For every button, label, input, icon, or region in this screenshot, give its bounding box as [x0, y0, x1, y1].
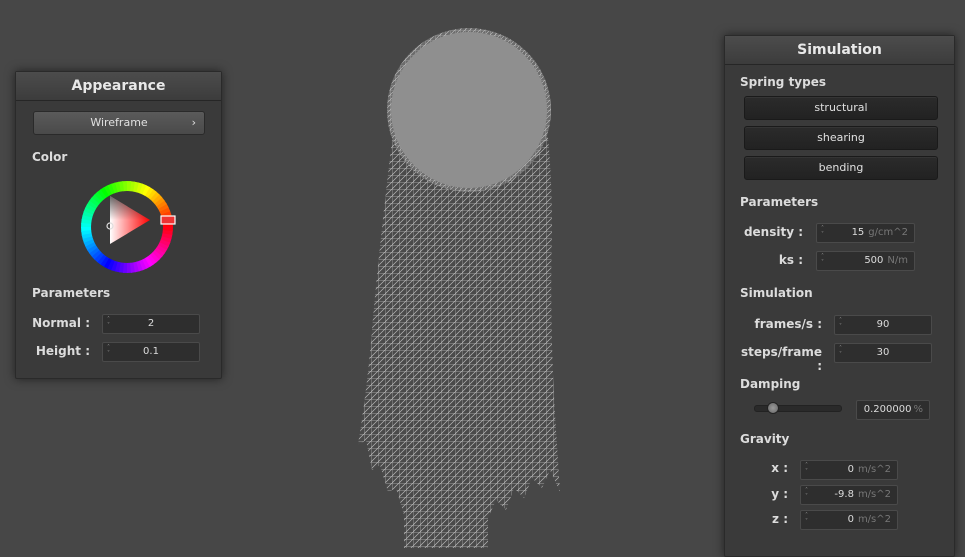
gravity-x-unit: m/s^2	[857, 464, 891, 475]
spinner-icon: ˄ ˅	[821, 253, 824, 266]
damping-value: 0.200000	[863, 404, 912, 415]
appearance-panel-title: Appearance	[16, 72, 221, 101]
gravity-y-value: -9.8	[834, 489, 854, 500]
frames-label: frames/s :	[754, 317, 822, 331]
gravity-x-label: x :	[771, 461, 788, 475]
spinner-icon: ˄ ˅	[821, 225, 824, 238]
ks-unit: N/m	[887, 255, 908, 266]
gravity-y-label: y :	[771, 487, 788, 501]
damping-slider-handle[interactable]	[767, 402, 780, 414]
density-value: 15	[851, 227, 865, 238]
steps-label: steps/frame :	[740, 345, 822, 373]
color-wheel-picker[interactable]	[72, 172, 182, 282]
gravity-z-input[interactable]: ˄ ˅ 0 m/s^2	[800, 510, 898, 530]
simulation-panel: Simulation Spring types structural shear…	[724, 35, 955, 557]
normal-value: 2	[147, 318, 155, 329]
appearance-panel: Appearance Wireframe › Color Parameters …	[15, 71, 222, 379]
steps-value: 30	[876, 347, 890, 358]
render-mode-dropdown[interactable]: Wireframe ›	[33, 111, 205, 135]
appearance-parameters-label: Parameters	[32, 286, 111, 300]
damping-slider[interactable]	[754, 402, 842, 414]
render-mode-label: Wireframe	[90, 116, 148, 129]
frames-input[interactable]: ˄ ˅ 90	[834, 315, 932, 335]
height-value: 0.1	[143, 346, 159, 357]
simulation-panel-title: Simulation	[725, 36, 954, 65]
normal-input[interactable]: ˄ ˅ 2	[102, 314, 200, 334]
ks-label: ks :	[778, 253, 803, 267]
spring-types-label: Spring types	[740, 75, 827, 89]
density-unit: g/cm^2	[868, 227, 908, 238]
chevron-right-icon: ›	[191, 116, 196, 129]
damping-label: Damping	[740, 377, 801, 391]
hue-selector-handle	[160, 215, 176, 225]
gravity-z-label: z :	[772, 512, 788, 526]
height-input[interactable]: ˄ ˅ 0.1	[102, 342, 200, 362]
ks-input[interactable]: ˄ ˅ 500 N/m	[816, 251, 915, 271]
gravity-x-input[interactable]: ˄ ˅ 0 m/s^2	[800, 460, 898, 480]
simulation-section-label: Simulation	[740, 286, 813, 300]
damping-input[interactable]: 0.200000%	[856, 400, 930, 420]
gravity-z-unit: m/s^2	[857, 514, 891, 525]
color-label: Color	[32, 150, 68, 164]
spinner-icon: ˄ ˅	[805, 487, 808, 500]
density-label: density :	[743, 225, 803, 239]
gravity-x-value: 0	[847, 464, 854, 475]
density-input[interactable]: ˄ ˅ 15 g/cm^2	[816, 223, 915, 243]
ks-value: 500	[864, 255, 884, 266]
gravity-y-unit: m/s^2	[857, 489, 891, 500]
spinner-icon: ˄ ˅	[805, 512, 808, 525]
gravity-label: Gravity	[740, 432, 790, 446]
sim-parameters-label: Parameters	[740, 195, 819, 209]
frames-value: 90	[876, 319, 890, 330]
normal-label: Normal :	[32, 316, 90, 330]
spinner-icon: ˄ ˅	[805, 462, 808, 475]
gravity-y-input[interactable]: ˄ ˅ -9.8 m/s^2	[800, 485, 898, 505]
steps-input[interactable]: ˄ ˅ 30	[834, 343, 932, 363]
damping-unit: %	[913, 404, 923, 415]
gravity-z-value: 0	[847, 514, 854, 525]
bending-spring-button[interactable]: bending	[744, 156, 938, 180]
height-label: Height :	[35, 344, 90, 358]
shearing-spring-button[interactable]: shearing	[744, 126, 938, 150]
structural-spring-button[interactable]: structural	[744, 96, 938, 120]
